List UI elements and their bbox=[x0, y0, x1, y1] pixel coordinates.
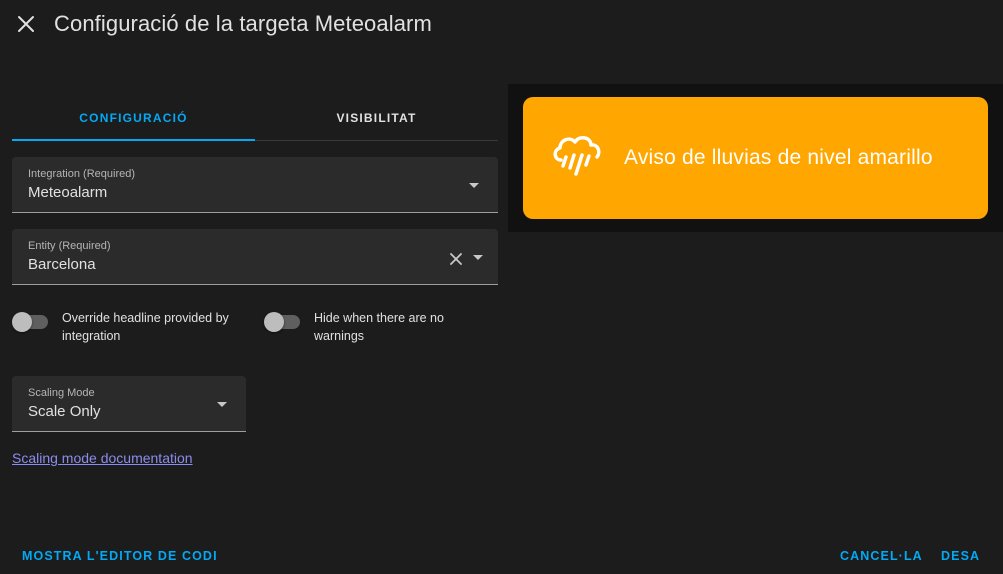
clear-icon[interactable] bbox=[449, 252, 463, 266]
card-config-dialog: Configuració de la targeta Meteoalarm CO… bbox=[0, 0, 1003, 574]
warning-card[interactable]: Aviso de lluvias de nivel amarillo bbox=[523, 97, 988, 219]
entity-picker[interactable]: Entity (Required) Barcelona bbox=[12, 229, 498, 285]
entity-label: Entity (Required) bbox=[28, 240, 111, 252]
tab-bar: CONFIGURACIÓ VISIBILITAT bbox=[12, 96, 498, 141]
save-button[interactable]: DESA bbox=[941, 549, 980, 563]
override-headline-row: Override headline provided by integratio… bbox=[12, 309, 252, 345]
override-headline-switch[interactable] bbox=[12, 312, 48, 332]
scaling-mode-label: Scaling Mode bbox=[28, 387, 95, 399]
tab-configuracio[interactable]: CONFIGURACIÓ bbox=[12, 96, 255, 141]
integration-value: Meteoalarm bbox=[28, 184, 108, 201]
hide-no-warnings-row: Hide when there are no warnings bbox=[264, 309, 504, 345]
hide-no-warnings-label: Hide when there are no warnings bbox=[314, 311, 444, 343]
tab-visibilitat[interactable]: VISIBILITAT bbox=[255, 96, 498, 140]
close-icon[interactable] bbox=[14, 12, 38, 36]
hide-no-warnings-switch[interactable] bbox=[264, 312, 300, 332]
warning-text: Aviso de lluvias de nivel amarillo bbox=[624, 146, 933, 169]
cancel-button[interactable]: CANCEL·LA bbox=[840, 549, 923, 563]
chevron-down-icon[interactable] bbox=[473, 255, 483, 260]
override-headline-label: Override headline provided by integratio… bbox=[62, 311, 229, 343]
show-code-editor-button[interactable]: MOSTRA L'EDITOR DE CODI bbox=[22, 549, 218, 563]
scaling-mode-value: Scale Only bbox=[28, 403, 101, 420]
scaling-docs-link[interactable]: Scaling mode documentation bbox=[12, 450, 193, 466]
scaling-mode-select[interactable]: Scaling Mode Scale Only bbox=[12, 376, 246, 432]
weather-pouring-icon bbox=[551, 133, 603, 181]
chevron-down-icon bbox=[217, 402, 227, 407]
integration-select[interactable]: Integration (Required) Meteoalarm bbox=[12, 157, 498, 213]
integration-label: Integration (Required) bbox=[28, 168, 136, 180]
entity-value: Barcelona bbox=[28, 256, 96, 273]
chevron-down-icon bbox=[469, 183, 479, 188]
dialog-title: Configuració de la targeta Meteoalarm bbox=[54, 11, 432, 36]
